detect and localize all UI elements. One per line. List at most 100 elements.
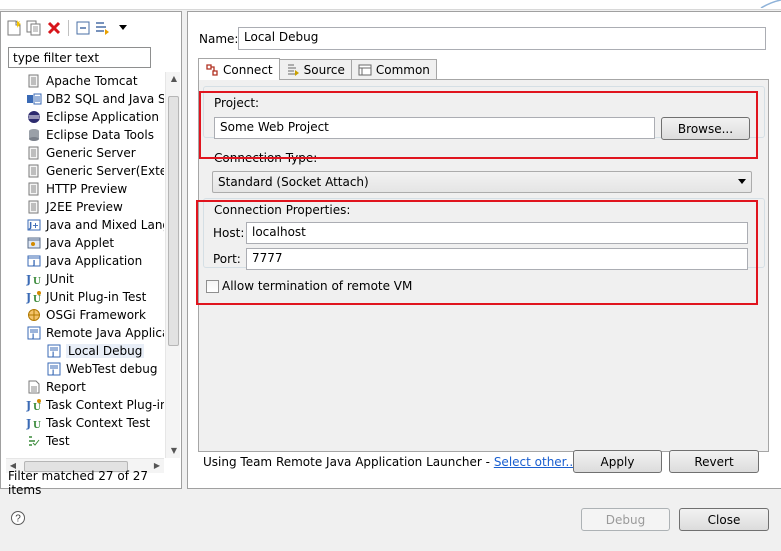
remote-java-icon: J [26, 325, 42, 341]
tree-item-label: J2EE Preview [46, 200, 123, 214]
svg-text:J: J [26, 399, 31, 412]
project-highlight-box [199, 91, 758, 159]
tree-item[interactable]: HTTP Preview [26, 180, 127, 198]
revert-button[interactable]: Revert [669, 450, 759, 473]
applet-icon [26, 235, 42, 251]
tree-item[interactable]: Eclipse Application [26, 108, 159, 126]
scroll-down-icon[interactable]: ▼ [169, 446, 179, 456]
name-input[interactable]: Local Debug [238, 27, 766, 50]
tree-item[interactable]: J Java Application [26, 252, 142, 270]
server-icon [26, 199, 42, 215]
svg-text:?: ? [15, 514, 21, 525]
collapse-all-icon[interactable] [74, 19, 92, 37]
tree-vertical-scrollbar[interactable]: ▲ ▼ [165, 72, 180, 458]
svg-text:U: U [33, 295, 41, 304]
tree-item[interactable]: Eclipse Data Tools [26, 126, 154, 144]
report-icon [26, 379, 42, 395]
connection-type-value: Standard (Socket Attach) [218, 175, 369, 189]
junit-icon: JU [26, 271, 42, 287]
svg-text:J: J [51, 351, 54, 358]
delete-icon[interactable] [45, 19, 63, 37]
test-icon [26, 433, 42, 449]
tomcat-icon [26, 73, 42, 89]
debug-button[interactable]: Debug [581, 508, 670, 531]
tree-item[interactable]: J U Task Context Plug-in [26, 396, 164, 414]
tree-item[interactable]: Generic Server(Extern [26, 162, 164, 180]
apply-button[interactable]: Apply [573, 450, 662, 473]
java-app-icon: J [26, 253, 42, 269]
connect-icon [205, 63, 219, 77]
tree-item[interactable]: DB2 SQL and Java Sto [26, 90, 164, 108]
tree-item[interactable]: Java Applet [26, 234, 114, 252]
help-icon[interactable]: ? [10, 510, 26, 526]
tree-item[interactable]: J U JUnit [26, 270, 74, 288]
tree-item[interactable]: J2EE Preview [26, 198, 123, 216]
duplicate-icon[interactable] [25, 19, 43, 37]
tree-item[interactable]: Report [26, 378, 86, 396]
connection-type-select[interactable]: Standard (Socket Attach) [212, 171, 752, 193]
tab-connect[interactable]: Connect [198, 58, 280, 80]
filter-input[interactable] [8, 47, 151, 68]
osgi-icon [26, 307, 42, 323]
tree-item[interactable]: Apache Tomcat [26, 72, 138, 90]
svg-text:U: U [33, 277, 41, 286]
tree-item-label: Java Application [46, 254, 143, 268]
launcher-info: Using Team Remote Java Application Launc… [203, 455, 577, 469]
toolbar-separator [68, 20, 69, 36]
server-icon [26, 181, 42, 197]
chevron-down-icon [738, 179, 746, 184]
tab-label: Source [303, 63, 345, 77]
server-icon [26, 163, 42, 179]
tree-item[interactable]: J Remote Java Applica [26, 324, 164, 342]
tree-item-label: DB2 SQL and Java Sto [46, 92, 164, 106]
database-icon [26, 127, 42, 143]
svg-text:U: U [33, 403, 41, 412]
tree-item[interactable]: J+ Java and Mixed Lang [26, 216, 164, 234]
tab-label: Common [375, 63, 430, 77]
launcher-text: Using Team Remote Java Application Launc… [203, 455, 494, 469]
corner-accent-icon [760, 0, 781, 8]
eclipse-icon [26, 109, 42, 125]
filter-icon[interactable] [94, 19, 112, 37]
tab-common[interactable]: Common [350, 59, 437, 80]
tree-item-label: Eclipse Data Tools [46, 128, 154, 142]
tree-item-label: Test [46, 434, 70, 448]
left-toolbar [5, 18, 132, 38]
tree-item[interactable]: J U Task Context Test [26, 414, 150, 432]
svg-text:J: J [26, 291, 31, 304]
junit-icon: JU [26, 415, 42, 431]
tree-item[interactable]: Test [26, 432, 70, 450]
tree-item-label: Eclipse Application [46, 110, 159, 124]
vertical-scroll-thumb[interactable] [168, 96, 179, 346]
tree-item-label: JUnit [46, 272, 74, 286]
tree-item-label: Task Context Plug-in [46, 398, 164, 412]
tree-item[interactable]: OSGi Framework [26, 306, 146, 324]
scroll-up-icon[interactable]: ▲ [169, 74, 179, 84]
new-config-icon[interactable] [5, 19, 23, 37]
tab-source[interactable]: Source [278, 59, 352, 80]
junit-plugin-icon: JU [26, 397, 42, 413]
svg-text:J: J [31, 333, 34, 340]
tree-item-label: Generic Server(Extern [46, 164, 164, 178]
tree-item-label: JUnit Plug-in Test [46, 290, 147, 304]
db2-icon [26, 91, 42, 107]
common-icon [358, 63, 372, 77]
dropdown-arrow-icon[interactable] [114, 19, 132, 37]
tree-item-label: HTTP Preview [46, 182, 128, 196]
svg-text:J: J [26, 417, 31, 430]
tree-item[interactable]: Generic Server [26, 144, 136, 162]
tree-item[interactable]: J WebTest debug [46, 360, 157, 378]
select-other-link[interactable]: Select other... [494, 455, 577, 469]
config-tabs: Connect Source Common [198, 58, 437, 80]
remote-java-icon: J [46, 343, 62, 359]
tree-item[interactable]: J Local Debug [46, 342, 145, 360]
launch-config-editor-panel: Name: Local Debug Connect Source Common … [187, 11, 781, 489]
tree-item-label: OSGi Framework [46, 308, 146, 322]
tree-item[interactable]: J U JUnit Plug-in Test [26, 288, 146, 306]
close-button[interactable]: Close [679, 508, 769, 531]
filter-status: Filter matched 27 of 27 items [8, 469, 149, 497]
tab-label: Connect [223, 62, 273, 77]
svg-text:J: J [32, 259, 36, 267]
svg-text:U: U [33, 421, 41, 430]
tree-item-label: Remote Java Applica [46, 326, 164, 340]
